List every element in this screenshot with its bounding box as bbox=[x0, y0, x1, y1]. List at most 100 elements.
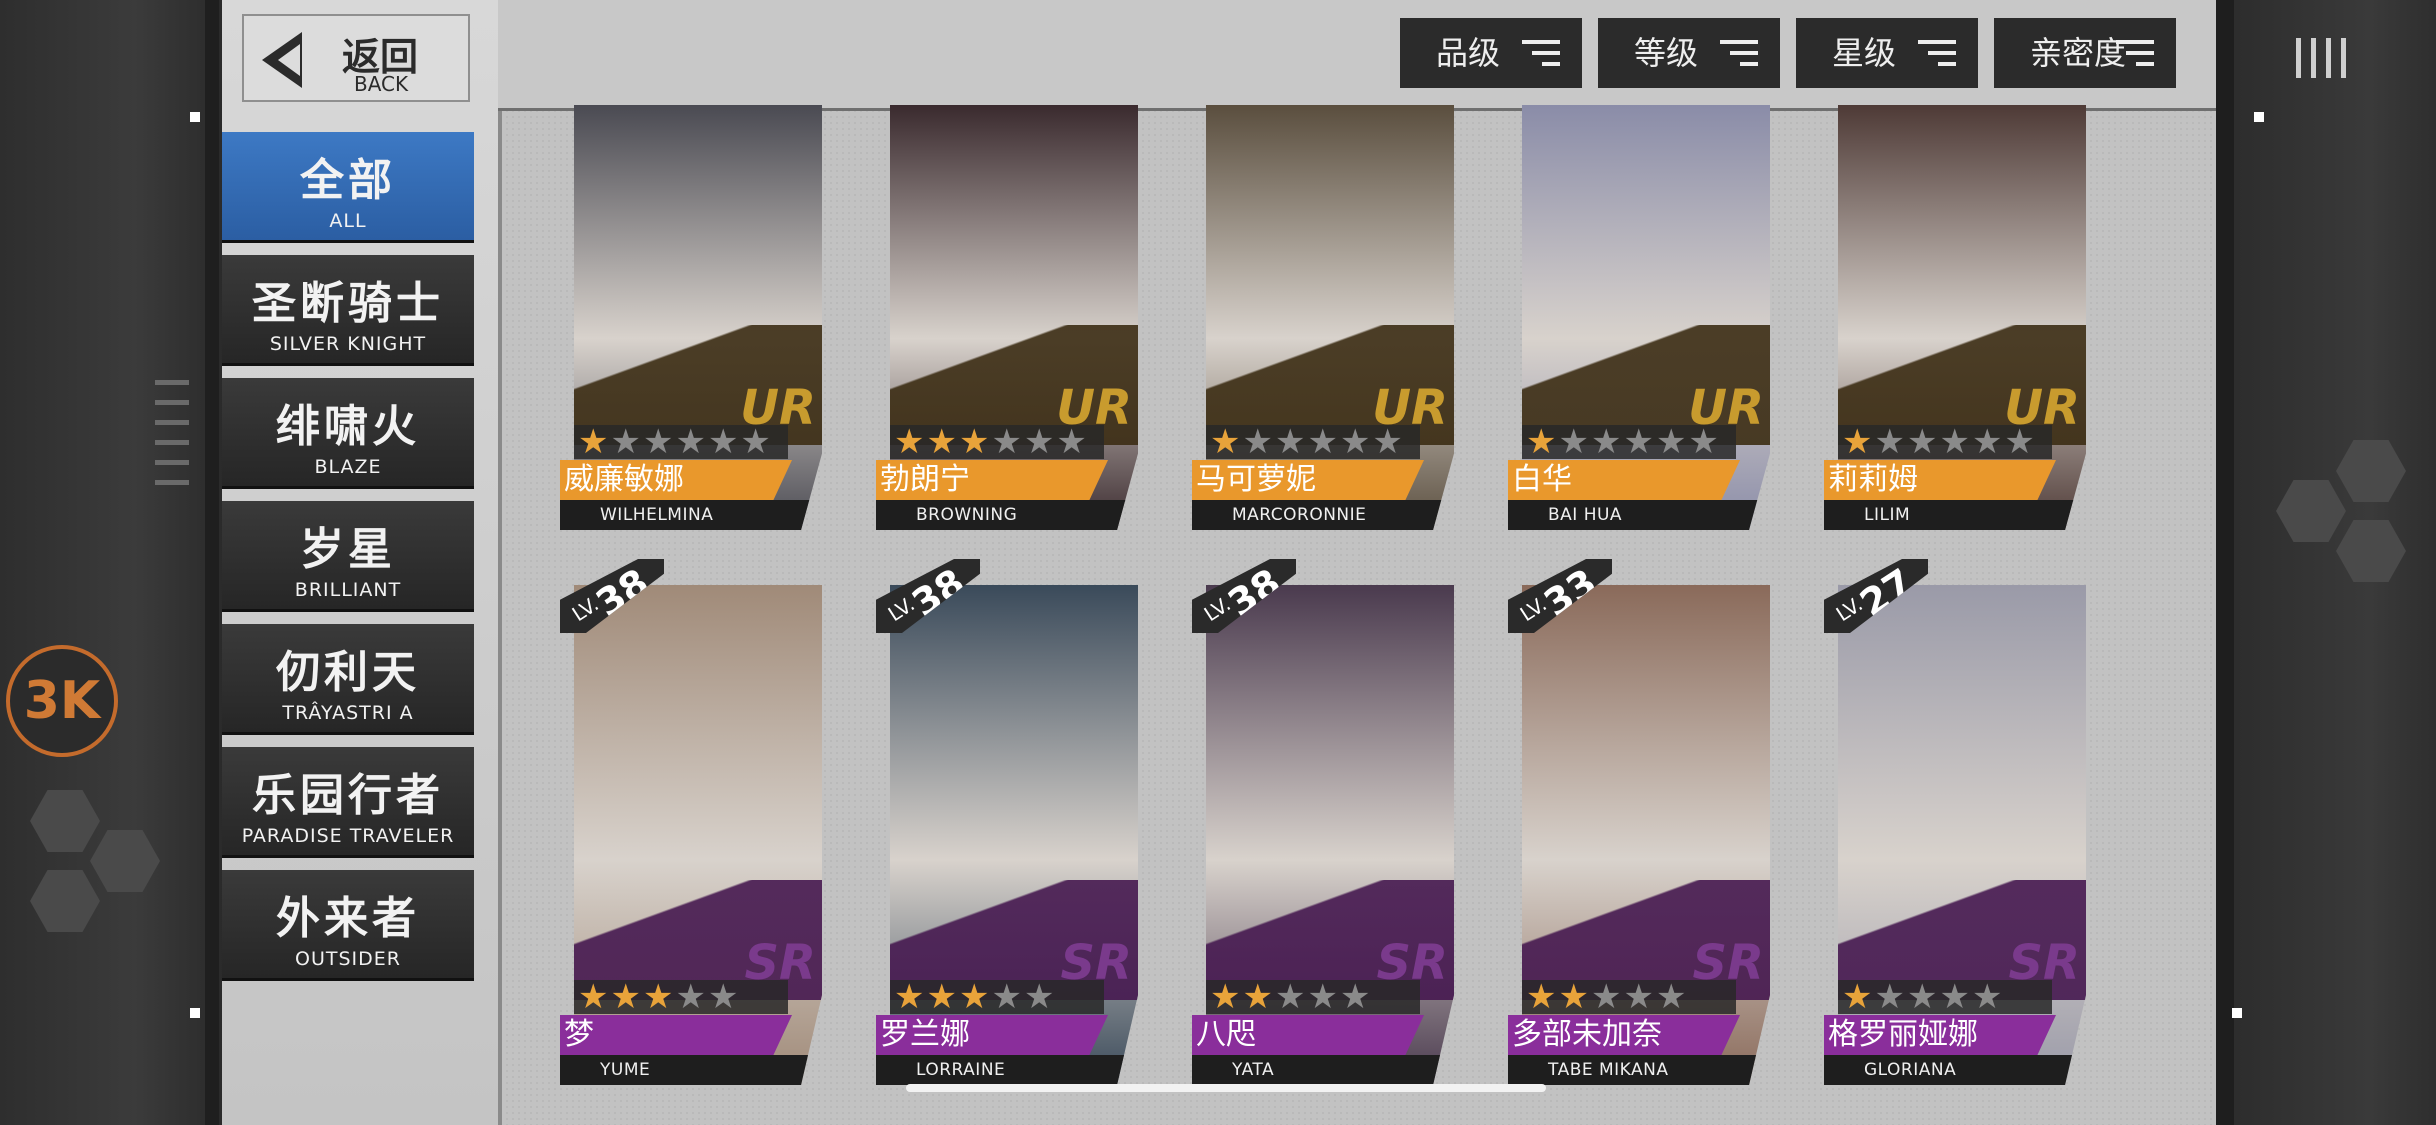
category-label: 仞利天 bbox=[276, 647, 420, 698]
star-empty-icon: ★ bbox=[1655, 422, 1687, 462]
frame-decoration bbox=[155, 380, 189, 500]
character-name: 莉莉姆 bbox=[1824, 460, 2056, 500]
category-label: 外来者 bbox=[276, 893, 420, 944]
category-label-en: ALL bbox=[329, 210, 367, 232]
character-card[interactable]: UR ★ ★ ★ ★ ★ ★ 勃朗宁 BROWNING bbox=[876, 105, 1138, 530]
star-empty-icon: ★ bbox=[1242, 422, 1273, 462]
corner-marker bbox=[190, 1008, 200, 1018]
star-empty-icon: ★ bbox=[1623, 422, 1654, 462]
character-name-en: BAI HUA bbox=[1508, 500, 1770, 530]
star-empty-icon: ★ bbox=[675, 977, 706, 1017]
character-card[interactable]: SR ★ ★ ★ ★ ★ 多部未加奈 TABE MIKANA bbox=[1508, 585, 1770, 1085]
star-empty-icon: ★ bbox=[1372, 422, 1403, 462]
character-name: 梦 bbox=[560, 1015, 792, 1055]
sort-button[interactable]: 星级 bbox=[1796, 18, 1978, 88]
category-tab[interactable]: 全部 ALL bbox=[222, 132, 474, 240]
category-label-en: TRÂYASTRI A bbox=[282, 702, 414, 724]
category-tab[interactable]: 乐园行者 PARADISE TRAVELER bbox=[222, 747, 474, 855]
star-empty-icon: ★ bbox=[1056, 422, 1087, 462]
category-label-en: PARADISE TRAVELER bbox=[241, 825, 455, 847]
category-label-en: BLAZE bbox=[314, 456, 382, 478]
star-rating: ★ ★ ★ ★ ★ bbox=[890, 980, 1104, 1014]
category-tab[interactable]: 绯啸火 BLAZE bbox=[222, 378, 474, 486]
star-empty-icon: ★ bbox=[707, 977, 739, 1017]
sort-button[interactable]: 品级 bbox=[1400, 18, 1582, 88]
star-filled-icon: ★ bbox=[1526, 422, 1557, 462]
star-empty-icon: ★ bbox=[1339, 977, 1371, 1017]
category-tab[interactable]: 圣断骑士 SILVER KNIGHT bbox=[222, 255, 474, 363]
character-name-en: YATA bbox=[1192, 1055, 1454, 1085]
star-empty-icon: ★ bbox=[1558, 422, 1589, 462]
character-card[interactable]: SR ★ ★ ★ ★ ★ 罗兰娜 LORRAINE bbox=[876, 585, 1138, 1085]
star-empty-icon: ★ bbox=[642, 422, 674, 462]
logo-3k-icon: 3K bbox=[6, 645, 118, 757]
sort-label: 等级 bbox=[1634, 34, 1699, 72]
sort-button[interactable]: 亲密度 bbox=[1994, 18, 2176, 88]
star-rating: ★ ★ ★ ★ ★ ★ bbox=[1206, 425, 1420, 459]
category-label: 圣断骑士 bbox=[252, 278, 444, 329]
character-card[interactable]: UR ★ ★ ★ ★ ★ ★ 白华 BAI HUA bbox=[1508, 105, 1770, 530]
star-empty-icon: ★ bbox=[740, 422, 771, 462]
category-label: 乐园行者 bbox=[252, 770, 444, 821]
hexagon-decoration bbox=[2336, 520, 2406, 582]
hexagon-decoration bbox=[30, 790, 100, 852]
star-filled-icon: ★ bbox=[958, 422, 990, 462]
category-label: 绯啸火 bbox=[276, 401, 420, 452]
left-frame-bar bbox=[205, 0, 219, 1125]
left-frame bbox=[0, 0, 225, 1125]
character-card[interactable]: UR ★ ★ ★ ★ ★ ★ 莉莉姆 LILIM bbox=[1824, 105, 2086, 530]
hexagon-decoration bbox=[90, 830, 160, 892]
sort-lines-icon bbox=[2116, 40, 2154, 66]
star-filled-icon: ★ bbox=[1558, 977, 1589, 1017]
character-card[interactable]: UR ★ ★ ★ ★ ★ ★ 马可萝妮 MARCORONNIE bbox=[1192, 105, 1454, 530]
star-rating: ★ ★ ★ ★ ★ ★ bbox=[890, 425, 1104, 459]
star-filled-icon: ★ bbox=[926, 977, 957, 1017]
star-empty-icon: ★ bbox=[1971, 422, 2003, 462]
character-name: 八咫 bbox=[1192, 1015, 1424, 1055]
star-empty-icon: ★ bbox=[610, 422, 641, 462]
hexagon-decoration bbox=[30, 870, 100, 932]
menu-icon[interactable] bbox=[2296, 38, 2356, 78]
character-name-en: TABE MIKANA bbox=[1508, 1055, 1770, 1085]
star-empty-icon: ★ bbox=[2004, 422, 2035, 462]
character-card[interactable]: SR ★ ★ ★ ★ ★ 八咫 YATA bbox=[1192, 585, 1454, 1085]
category-tab[interactable]: 仞利天 TRÂYASTRI A bbox=[222, 624, 474, 732]
right-frame bbox=[2216, 0, 2436, 1125]
right-frame-bar bbox=[2216, 0, 2234, 1125]
character-name-en: LORRAINE bbox=[876, 1055, 1138, 1085]
star-empty-icon: ★ bbox=[1655, 977, 1687, 1017]
star-empty-icon: ★ bbox=[1623, 977, 1654, 1017]
category-label-en: OUTSIDER bbox=[295, 948, 401, 970]
back-label-en: BACK bbox=[354, 72, 409, 96]
character-name-en: LILIM bbox=[1824, 500, 2086, 530]
character-name-en: GLORIANA bbox=[1824, 1055, 2086, 1085]
star-filled-icon: ★ bbox=[1242, 977, 1273, 1017]
back-button[interactable]: 返回 BACK bbox=[242, 14, 470, 102]
sort-lines-icon bbox=[1918, 40, 1956, 66]
star-empty-icon: ★ bbox=[707, 422, 739, 462]
star-filled-icon: ★ bbox=[958, 977, 990, 1017]
hexagon-decoration bbox=[2336, 440, 2406, 502]
star-filled-icon: ★ bbox=[578, 977, 609, 1017]
category-tab[interactable]: 岁星 BRILLIANT bbox=[222, 501, 474, 609]
star-empty-icon: ★ bbox=[1971, 977, 2003, 1017]
sort-button[interactable]: 等级 bbox=[1598, 18, 1780, 88]
character-name: 罗兰娜 bbox=[876, 1015, 1108, 1055]
star-rating: ★ ★ ★ ★ ★ bbox=[1838, 980, 2052, 1014]
category-label-en: BRILLIANT bbox=[294, 579, 402, 601]
horizontal-scrollbar[interactable] bbox=[906, 1084, 1546, 1092]
star-empty-icon: ★ bbox=[1307, 977, 1338, 1017]
star-empty-icon: ★ bbox=[1590, 422, 1622, 462]
star-rating: ★ ★ ★ ★ ★ bbox=[1522, 980, 1736, 1014]
corner-marker bbox=[2254, 112, 2264, 122]
corner-marker bbox=[2232, 1008, 2242, 1018]
category-label: 岁星 bbox=[300, 524, 396, 575]
star-empty-icon: ★ bbox=[1023, 977, 1055, 1017]
character-card[interactable]: SR ★ ★ ★ ★ ★ 格罗丽娅娜 GLORIANA bbox=[1824, 585, 2086, 1085]
category-tab[interactable]: 外来者 OUTSIDER bbox=[222, 870, 474, 978]
character-card[interactable]: UR ★ ★ ★ ★ ★ ★ 威廉敏娜 WILHELMINA bbox=[560, 105, 822, 530]
character-card[interactable]: SR ★ ★ ★ ★ ★ 梦 YUME bbox=[560, 585, 822, 1085]
sort-lines-icon bbox=[1720, 40, 1758, 66]
star-empty-icon: ★ bbox=[1590, 977, 1622, 1017]
character-name: 威廉敏娜 bbox=[560, 460, 792, 500]
